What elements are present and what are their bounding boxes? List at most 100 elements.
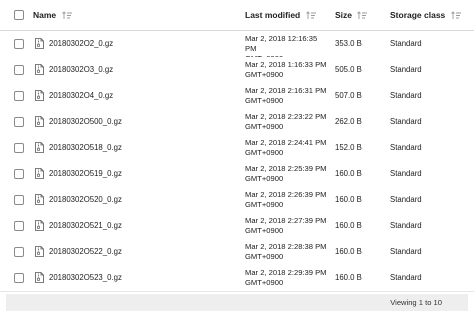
file-name-link[interactable]: 20180302O522_0.gz xyxy=(49,247,122,257)
column-header-size[interactable]: Size xyxy=(335,9,368,21)
column-header-last-modified[interactable]: Last modified xyxy=(245,9,317,21)
zip-file-icon xyxy=(35,246,44,257)
storage-class-cell: Standard xyxy=(390,143,422,152)
table-row[interactable]: 20180302O519_0.gz Mar 2, 2018 2:25:39 PM G… xyxy=(0,161,474,188)
pagination-status: Viewing 1 to 10 xyxy=(390,298,442,307)
sort-ascending-icon[interactable] xyxy=(450,11,462,20)
size-cell: 507.0 B xyxy=(335,91,362,100)
last-modified-cell: Mar 2, 2018 2:29:39 PM GMT+0900 xyxy=(245,268,330,288)
last-modified-timezone: GMT+0900 xyxy=(245,226,284,236)
storage-class-cell: Standard xyxy=(390,65,422,74)
table-row[interactable]: 20180302O3_0.gz Mar 2, 2018 1:16:33 PM GMT… xyxy=(0,57,474,84)
sort-ascending-icon[interactable] xyxy=(305,11,317,20)
last-modified-timezone: GMT+0900 xyxy=(245,96,284,106)
row-checkbox[interactable] xyxy=(14,247,24,257)
table-row[interactable]: 20180302O522_0.gz Mar 2, 2018 2:28:38 PM G… xyxy=(0,239,474,266)
last-modified-date: Mar 2, 2018 12:16:35 PM xyxy=(245,34,318,54)
last-modified-timezone: GMT+0900 xyxy=(245,200,284,210)
size-cell: 160.0 B xyxy=(335,247,362,256)
zip-file-icon xyxy=(35,38,44,49)
table-row[interactable]: 20180302O523_0.gz Mar 2, 2018 2:29:39 PM G… xyxy=(0,265,474,292)
last-modified-cell: Mar 2, 2018 2:27:39 PM GMT+0900 xyxy=(245,216,330,236)
column-header-size-label: Size xyxy=(335,10,353,20)
file-name-link[interactable]: 20180302O523_0.gz xyxy=(49,273,122,283)
size-cell: 152.0 B xyxy=(335,143,362,152)
file-name-link[interactable]: 20180302O520_0.gz xyxy=(49,195,122,205)
table-header: Name Last modified Size Storage class xyxy=(0,0,474,31)
zip-file-icon xyxy=(35,90,44,101)
storage-class-cell: Standard xyxy=(390,273,422,282)
last-modified-timezone: GMT+0900 xyxy=(245,174,284,184)
column-header-storage-class-label: Storage class xyxy=(390,10,446,20)
row-checkbox[interactable] xyxy=(14,91,24,101)
file-name-link[interactable]: 20180302O3_0.gz xyxy=(49,65,113,75)
last-modified-cell: Mar 2, 2018 2:26:39 PM GMT+0900 xyxy=(245,190,330,210)
size-cell: 160.0 B xyxy=(335,221,362,230)
file-name-link[interactable]: 20180302O519_0.gz xyxy=(49,169,122,179)
size-cell: 505.0 B xyxy=(335,65,362,74)
table-row[interactable]: 20180302O520_0.gz Mar 2, 2018 2:26:39 PM G… xyxy=(0,187,474,214)
sort-ascending-icon[interactable] xyxy=(61,11,73,20)
last-modified-date: Mar 2, 2018 2:26:39 PM xyxy=(245,190,327,199)
last-modified-timezone: GMT+0900 xyxy=(245,122,284,132)
file-name-link[interactable]: 20180302O4_0.gz xyxy=(49,91,113,101)
last-modified-date: Mar 2, 2018 1:16:33 PM xyxy=(245,60,327,69)
last-modified-cell: Mar 2, 2018 2:25:39 PM GMT+0900 xyxy=(245,164,330,184)
zip-file-icon xyxy=(35,142,44,153)
table-row[interactable]: 20180302O521_0.gz Mar 2, 2018 2:27:39 PM G… xyxy=(0,213,474,240)
column-header-name-label: Name xyxy=(33,10,57,20)
storage-class-cell: Standard xyxy=(390,221,422,230)
last-modified-cell: Mar 2, 2018 2:16:31 PM GMT+0900 xyxy=(245,86,330,106)
row-checkbox[interactable] xyxy=(14,117,24,127)
file-name-link[interactable]: 20180302O521_0.gz xyxy=(49,221,122,231)
last-modified-date: Mar 2, 2018 2:28:38 PM xyxy=(245,242,327,251)
select-all-checkbox[interactable] xyxy=(14,10,24,20)
last-modified-timezone: GMT+0900 xyxy=(245,70,284,80)
table-row[interactable]: 20180302O4_0.gz Mar 2, 2018 2:16:31 PM GMT… xyxy=(0,83,474,110)
storage-class-cell: Standard xyxy=(390,117,422,126)
size-cell: 160.0 B xyxy=(335,195,362,204)
row-checkbox[interactable] xyxy=(14,65,24,75)
last-modified-date: Mar 2, 2018 2:25:39 PM xyxy=(245,164,327,173)
size-cell: 262.0 B xyxy=(335,117,362,126)
column-header-storage-class[interactable]: Storage class xyxy=(390,9,462,21)
row-checkbox[interactable] xyxy=(14,169,24,179)
sort-ascending-icon[interactable] xyxy=(357,11,368,20)
size-cell: 160.0 B xyxy=(335,169,362,178)
zip-file-icon xyxy=(35,64,44,75)
storage-class-cell: Standard xyxy=(390,169,422,178)
size-cell: 353.0 B xyxy=(335,39,362,48)
file-name-link[interactable]: 20180302O518_0.gz xyxy=(49,143,122,153)
table-row[interactable]: 20180302O2_0.gzMar 2, 2018 12:16:35 PMGM… xyxy=(0,31,474,63)
row-checkbox[interactable] xyxy=(14,221,24,231)
zip-file-icon xyxy=(35,116,44,127)
file-name-link[interactable]: 20180302O500_0.gz xyxy=(49,117,122,127)
row-checkbox[interactable] xyxy=(14,143,24,153)
column-header-name[interactable]: Name xyxy=(33,9,73,21)
size-cell: 160.0 B xyxy=(335,273,362,282)
last-modified-date: Mar 2, 2018 2:24:41 PM xyxy=(245,138,327,147)
zip-file-icon xyxy=(35,194,44,205)
row-checkbox[interactable] xyxy=(14,273,24,283)
table-footer: Viewing 1 to 10 xyxy=(6,294,468,311)
last-modified-cell: Mar 2, 2018 2:24:41 PM GMT+0900 xyxy=(245,138,330,158)
zip-file-icon xyxy=(35,220,44,231)
storage-class-cell: Standard xyxy=(390,91,422,100)
file-name-link[interactable]: 20180302O2_0.gz xyxy=(49,39,113,49)
column-header-last-modified-label: Last modified xyxy=(245,10,301,20)
last-modified-timezone: GMT+0900 xyxy=(245,148,284,158)
table-row[interactable]: 20180302O500_0.gz Mar 2, 2018 2:23:22 PM G… xyxy=(0,109,474,136)
table-row[interactable]: 20180302O518_0.gz Mar 2, 2018 2:24:41 PM G… xyxy=(0,135,474,162)
last-modified-date: Mar 2, 2018 2:23:22 PM xyxy=(245,112,327,121)
storage-class-cell: Standard xyxy=(390,247,422,256)
row-checkbox[interactable] xyxy=(14,39,24,49)
storage-class-cell: Standard xyxy=(390,195,422,204)
last-modified-timezone: GMT+0900 xyxy=(245,252,284,262)
storage-class-cell: Standard xyxy=(390,39,422,48)
last-modified-date: Mar 2, 2018 2:29:39 PM xyxy=(245,268,327,277)
last-modified-timezone: GMT+0900 xyxy=(245,278,284,288)
last-modified-cell: Mar 2, 2018 2:23:22 PM GMT+0900 xyxy=(245,112,330,132)
row-checkbox[interactable] xyxy=(14,195,24,205)
last-modified-date: Mar 2, 2018 2:27:39 PM xyxy=(245,216,327,225)
last-modified-cell: Mar 2, 2018 1:16:33 PM GMT+0900 xyxy=(245,60,330,80)
